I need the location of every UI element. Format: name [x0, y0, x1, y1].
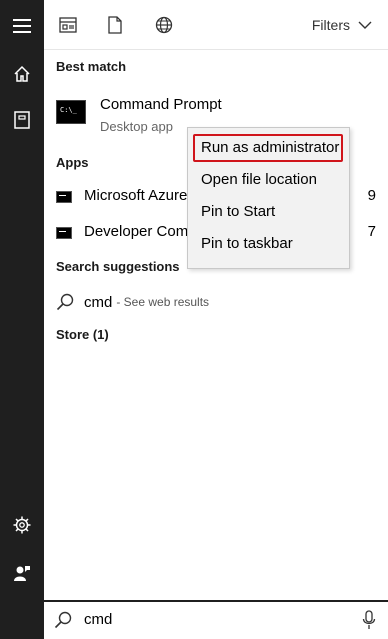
search-scope-bar: Filters [44, 0, 388, 50]
settings-button[interactable] [0, 503, 44, 547]
pin-to-start-menu-item[interactable]: Pin to Start [193, 198, 343, 226]
web-scope-button[interactable] [151, 12, 177, 38]
search-icon [54, 611, 72, 629]
feedback-button[interactable] [0, 551, 44, 595]
left-rail [0, 0, 44, 639]
apps-icon [59, 17, 77, 33]
command-prompt-icon [56, 100, 86, 124]
best-match-title: Command Prompt [100, 96, 222, 113]
microphone-icon[interactable] [362, 610, 376, 630]
app-result-trailing-text: 7 [367, 223, 376, 240]
web-suggestion-item[interactable]: cmd - See web results [56, 290, 209, 314]
filters-label: Filters [311, 17, 350, 33]
best-match-heading: Best match [56, 59, 127, 74]
user-feedback-icon [14, 566, 30, 581]
app-result-label: Developer Com [84, 223, 189, 240]
notebook-button[interactable] [0, 98, 44, 142]
console-app-icon [56, 191, 72, 203]
filters-dropdown[interactable]: Filters [312, 17, 372, 33]
search-box[interactable]: cmd [44, 600, 388, 639]
search-input[interactable]: cmd [84, 611, 112, 628]
app-result-trailing-text: 9 [367, 187, 376, 204]
document-icon [108, 16, 122, 34]
home-icon [14, 65, 30, 82]
apps-heading: Apps [56, 155, 89, 170]
suggestion-hint: - See web results [116, 295, 210, 309]
suggestion-term: cmd [84, 293, 113, 311]
best-match-subtitle: Desktop app [100, 119, 173, 134]
context-menu: Run as administrator Open file location … [187, 127, 350, 269]
run-as-administrator-menu-item[interactable]: Run as administrator [193, 134, 343, 162]
open-file-location-menu-item[interactable]: Open file location [193, 166, 343, 194]
hamburger-menu-button[interactable] [0, 4, 44, 48]
apps-scope-button[interactable] [55, 12, 81, 38]
pin-to-taskbar-menu-item[interactable]: Pin to taskbar [193, 230, 343, 258]
hamburger-menu-icon [13, 19, 31, 33]
chevron-down-icon [358, 21, 372, 29]
store-heading[interactable]: Store (1) [56, 327, 109, 342]
home-button[interactable] [0, 52, 44, 96]
search-icon [56, 293, 74, 311]
app-result-label: Microsoft Azure [84, 187, 188, 204]
console-app-icon [56, 227, 72, 239]
settings-gear-icon [13, 516, 31, 534]
notebook-icon [14, 111, 30, 129]
search-suggestions-heading: Search suggestions [56, 259, 180, 274]
web-globe-icon [155, 16, 173, 34]
documents-scope-button[interactable] [102, 12, 128, 38]
